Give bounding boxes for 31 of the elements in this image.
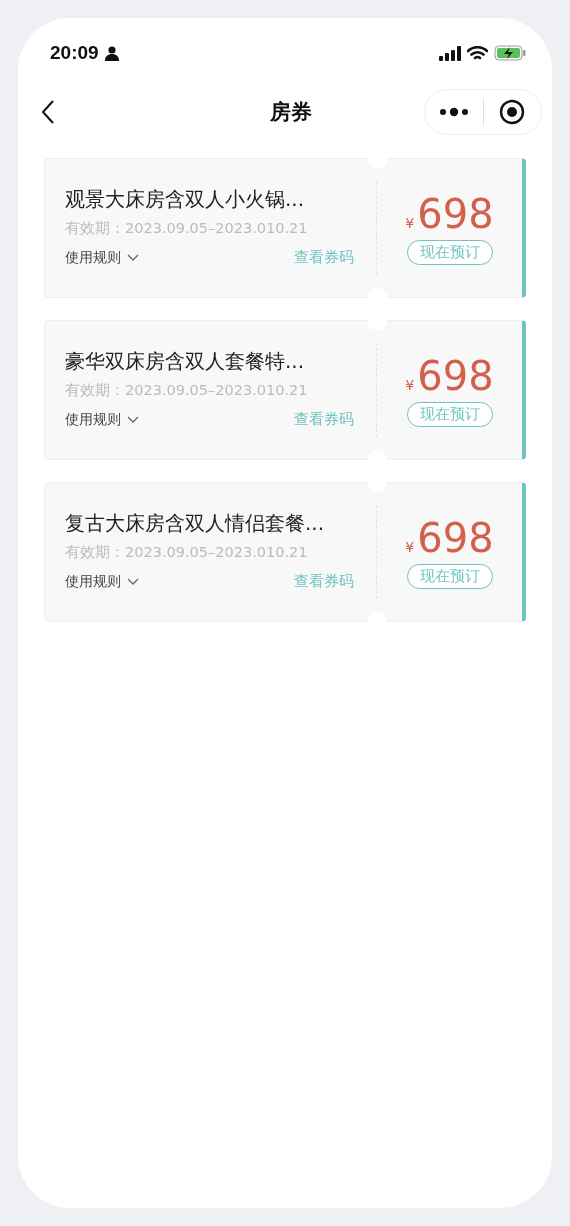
usage-rules-toggle[interactable]: 使用规则 (65, 410, 139, 429)
person-icon (104, 45, 119, 61)
usage-rules-toggle[interactable]: 使用规则 (65, 248, 139, 267)
price: 698 (417, 191, 494, 236)
chevron-down-icon (127, 577, 139, 586)
room-title: 豪华双床房含双人套餐特... (65, 348, 306, 375)
validity-period: 有效期：2023.09.05–2023.010.21 (65, 219, 309, 238)
currency-symbol: ¥ (405, 376, 415, 393)
view-code-link[interactable]: 查看券码 (294, 572, 354, 591)
signal-icon (439, 45, 461, 61)
chevron-down-icon (127, 415, 139, 424)
book-now-button[interactable]: 现在预订 (406, 563, 493, 589)
wifi-icon (467, 45, 488, 61)
usage-rules-toggle[interactable]: 使用规则 (65, 572, 139, 591)
battery-icon (494, 45, 526, 61)
price: 698 (417, 353, 494, 398)
page-title: 房券 (270, 99, 312, 126)
validity-period: 有效期：2023.09.05–2023.010.21 (65, 543, 309, 562)
status-time: 20:09 (50, 42, 99, 64)
price: 698 (417, 515, 494, 560)
back-button[interactable] (40, 99, 56, 125)
room-title: 复古大床房含双人情侣套餐... (65, 510, 326, 537)
view-code-link[interactable]: 查看券码 (294, 248, 354, 267)
chevron-down-icon (127, 253, 139, 262)
validity-period: 有效期：2023.09.05–2023.010.21 (65, 381, 309, 400)
view-code-link[interactable]: 查看券码 (294, 410, 354, 429)
book-now-button[interactable]: 现在预订 (406, 239, 493, 265)
currency-symbol: ¥ (405, 538, 415, 555)
book-now-button[interactable]: 现在预订 (406, 401, 493, 427)
room-title: 观景大床房含双人小火锅... (65, 186, 306, 213)
currency-symbol: ¥ (405, 214, 415, 231)
